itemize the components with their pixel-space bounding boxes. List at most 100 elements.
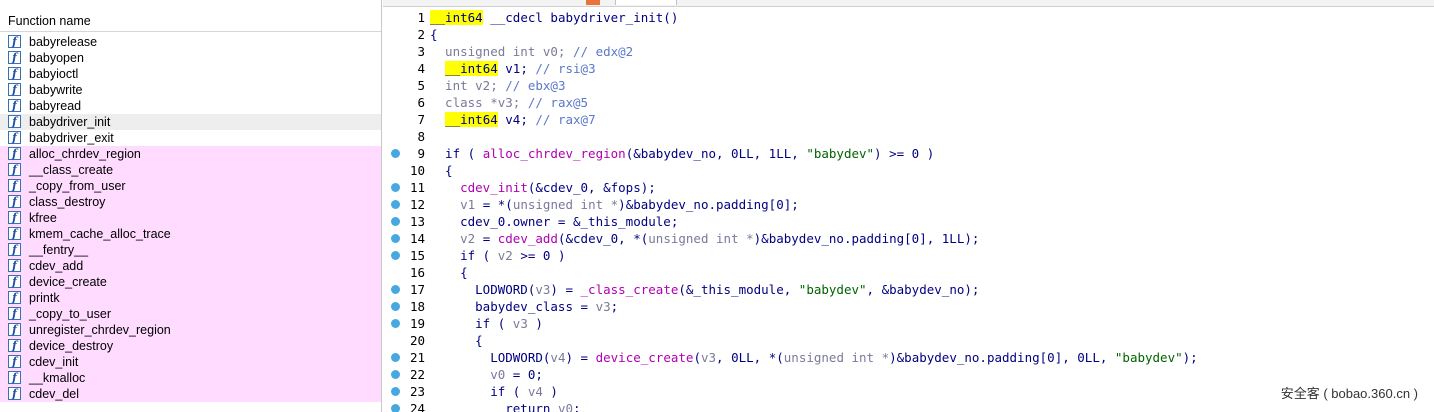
code-token: LODWORD( — [430, 350, 551, 365]
code-line[interactable]: 6 class *v3; // rax@5 — [383, 94, 1434, 111]
code-line[interactable]: 2{ — [383, 26, 1434, 43]
function-list-item[interactable]: f _copy_from_user — [0, 178, 381, 194]
function-list-item[interactable]: f class_destroy — [0, 194, 381, 210]
code-token: if ( — [430, 248, 498, 263]
code-line[interactable]: 7 __int64 v4; // rax@7 — [383, 111, 1434, 128]
code-line[interactable]: 24 return v0; — [383, 400, 1434, 412]
code-line[interactable]: 14 v2 = cdev_add(&cdev_0, *(unsigned int… — [383, 230, 1434, 247]
function-name-label: alloc_chrdev_region — [29, 147, 141, 161]
code-token: = *( — [475, 197, 513, 212]
code-token: // rax@7 — [535, 112, 596, 127]
code-line[interactable]: 20 { — [383, 332, 1434, 349]
code-text: int v2; // ebx@3 — [430, 77, 565, 94]
code-line[interactable]: 18 babydev_class = v3; — [383, 298, 1434, 315]
code-line[interactable]: 12 v1 = *(unsigned int *)&babydev_no.pad… — [383, 196, 1434, 213]
function-list-item[interactable]: f babyioctl — [0, 66, 381, 82]
pseudocode-view[interactable]: 1 __int64 __cdecl babydriver_init() 2{3 un… — [383, 7, 1434, 412]
line-number: 24 — [409, 401, 425, 412]
function-list-item[interactable]: f device_create — [0, 274, 381, 290]
code-line[interactable]: 13 cdev_0.owner = &_this_module; — [383, 213, 1434, 230]
code-line[interactable]: 5 int v2; // ebx@3 — [383, 77, 1434, 94]
function-list-item[interactable]: f kmem_cache_alloc_trace — [0, 226, 381, 242]
function-list-item[interactable]: f __fentry__ — [0, 242, 381, 258]
line-number: 6 — [417, 95, 425, 110]
code-token: if ( — [430, 316, 513, 331]
code-line[interactable]: 17 LODWORD(v3) = _class_create(&_this_mo… — [383, 281, 1434, 298]
code-token: // edx@2 — [573, 44, 634, 59]
code-text: babydev_class = v3; — [430, 298, 618, 315]
code-line[interactable]: 21 LODWORD(v4) = device_create(v3, 0LL, … — [383, 349, 1434, 366]
code-token: "babydev" — [1114, 350, 1183, 365]
code-token: = — [475, 231, 498, 246]
code-text: unsigned int v0; // edx@2 — [430, 43, 633, 60]
function-list-item[interactable]: f babydriver_exit — [0, 130, 381, 146]
function-icon: f — [8, 275, 21, 288]
code-token: )&babydev_no.padding[0], 1LL); — [753, 231, 980, 246]
code-token: alloc_chrdev_region — [482, 146, 626, 161]
code-line[interactable]: 22 v0 = 0; — [383, 366, 1434, 383]
code-line[interactable]: 4 __int64 v1; // rsi@3 — [383, 60, 1434, 77]
code-line[interactable]: 3 unsigned int v0; // edx@2 — [383, 43, 1434, 60]
code-token: // rax@5 — [527, 95, 589, 110]
function-name-label: babyopen — [29, 51, 84, 65]
code-token: _class_create — [580, 282, 679, 297]
code-text: { — [430, 26, 438, 43]
function-list-item[interactable]: f cdev_init — [0, 354, 381, 370]
code-token: v4 — [550, 350, 566, 365]
code-token: LODWORD( — [430, 282, 536, 297]
function-list-item[interactable]: f kfree — [0, 210, 381, 226]
function-list-item[interactable]: f __class_create — [0, 162, 381, 178]
pseudocode-lines: 1 __int64 __cdecl babydriver_init() 2{3 un… — [383, 9, 1434, 412]
line-number: 9 — [417, 146, 425, 161]
function-icon: f — [8, 99, 21, 112]
line-number: 17 — [409, 282, 425, 297]
function-list-item[interactable]: f __kmalloc — [0, 370, 381, 386]
function-list-item[interactable]: f device_destroy — [0, 338, 381, 354]
line-number: 1 — [417, 10, 425, 25]
function-icon: f — [8, 131, 21, 144]
function-list-item[interactable]: f babywrite — [0, 82, 381, 98]
line-number: 11 — [409, 180, 425, 195]
code-line[interactable]: 15 if ( v2 >= 0 ) — [383, 247, 1434, 264]
line-number: 10 — [409, 163, 425, 178]
code-text: { — [430, 332, 483, 349]
function-list-item[interactable]: f printk — [0, 290, 381, 306]
function-name-label: babywrite — [29, 83, 83, 97]
line-number: 3 — [417, 44, 425, 59]
code-line[interactable]: 1 __int64 __cdecl babydriver_init() — [383, 9, 1434, 26]
code-token: v3 — [595, 299, 611, 314]
code-line[interactable]: 8 — [383, 128, 1434, 145]
function-name-column-header[interactable]: Function name — [0, 10, 381, 32]
function-list-item[interactable]: f babyopen — [0, 50, 381, 66]
function-list-item[interactable]: f alloc_chrdev_region — [0, 146, 381, 162]
function-list-item[interactable]: f unregister_chrdev_region — [0, 322, 381, 338]
code-token: return — [430, 401, 558, 412]
function-icon: f — [8, 387, 21, 400]
code-line[interactable]: 16 { — [383, 264, 1434, 281]
code-token: { — [430, 163, 453, 178]
code-line[interactable]: 10 { — [383, 162, 1434, 179]
code-line[interactable]: 23 if ( v4 ) — [383, 383, 1434, 400]
function-list-item[interactable]: f babydriver_init — [0, 114, 381, 130]
tab-indicator[interactable] — [615, 0, 677, 5]
function-list-item[interactable]: f babyread — [0, 98, 381, 114]
view-tab-strip[interactable] — [383, 0, 1434, 7]
function-list-item[interactable]: f babyrelease — [0, 34, 381, 50]
function-icon: f — [8, 179, 21, 192]
function-list-item[interactable]: f cdev_del — [0, 386, 381, 402]
function-name-label: unregister_chrdev_region — [29, 323, 171, 337]
function-list-item[interactable]: f _copy_to_user — [0, 306, 381, 322]
code-line[interactable]: 19 if ( v3 ) — [383, 315, 1434, 332]
code-line[interactable]: 11 cdev_init(&cdev_0, &fops); — [383, 179, 1434, 196]
code-token: // ebx@3 — [505, 78, 566, 93]
line-number: 22 — [409, 367, 425, 382]
code-token: v4 — [527, 384, 543, 399]
function-list-item[interactable]: f cdev_add — [0, 258, 381, 274]
code-line[interactable]: 9 if ( alloc_chrdev_region(&babydev_no, … — [383, 145, 1434, 162]
tab-indicator[interactable] — [586, 0, 600, 5]
code-token: v2 — [460, 231, 476, 246]
code-token: v0 — [557, 401, 573, 412]
function-icon: f — [8, 83, 21, 96]
